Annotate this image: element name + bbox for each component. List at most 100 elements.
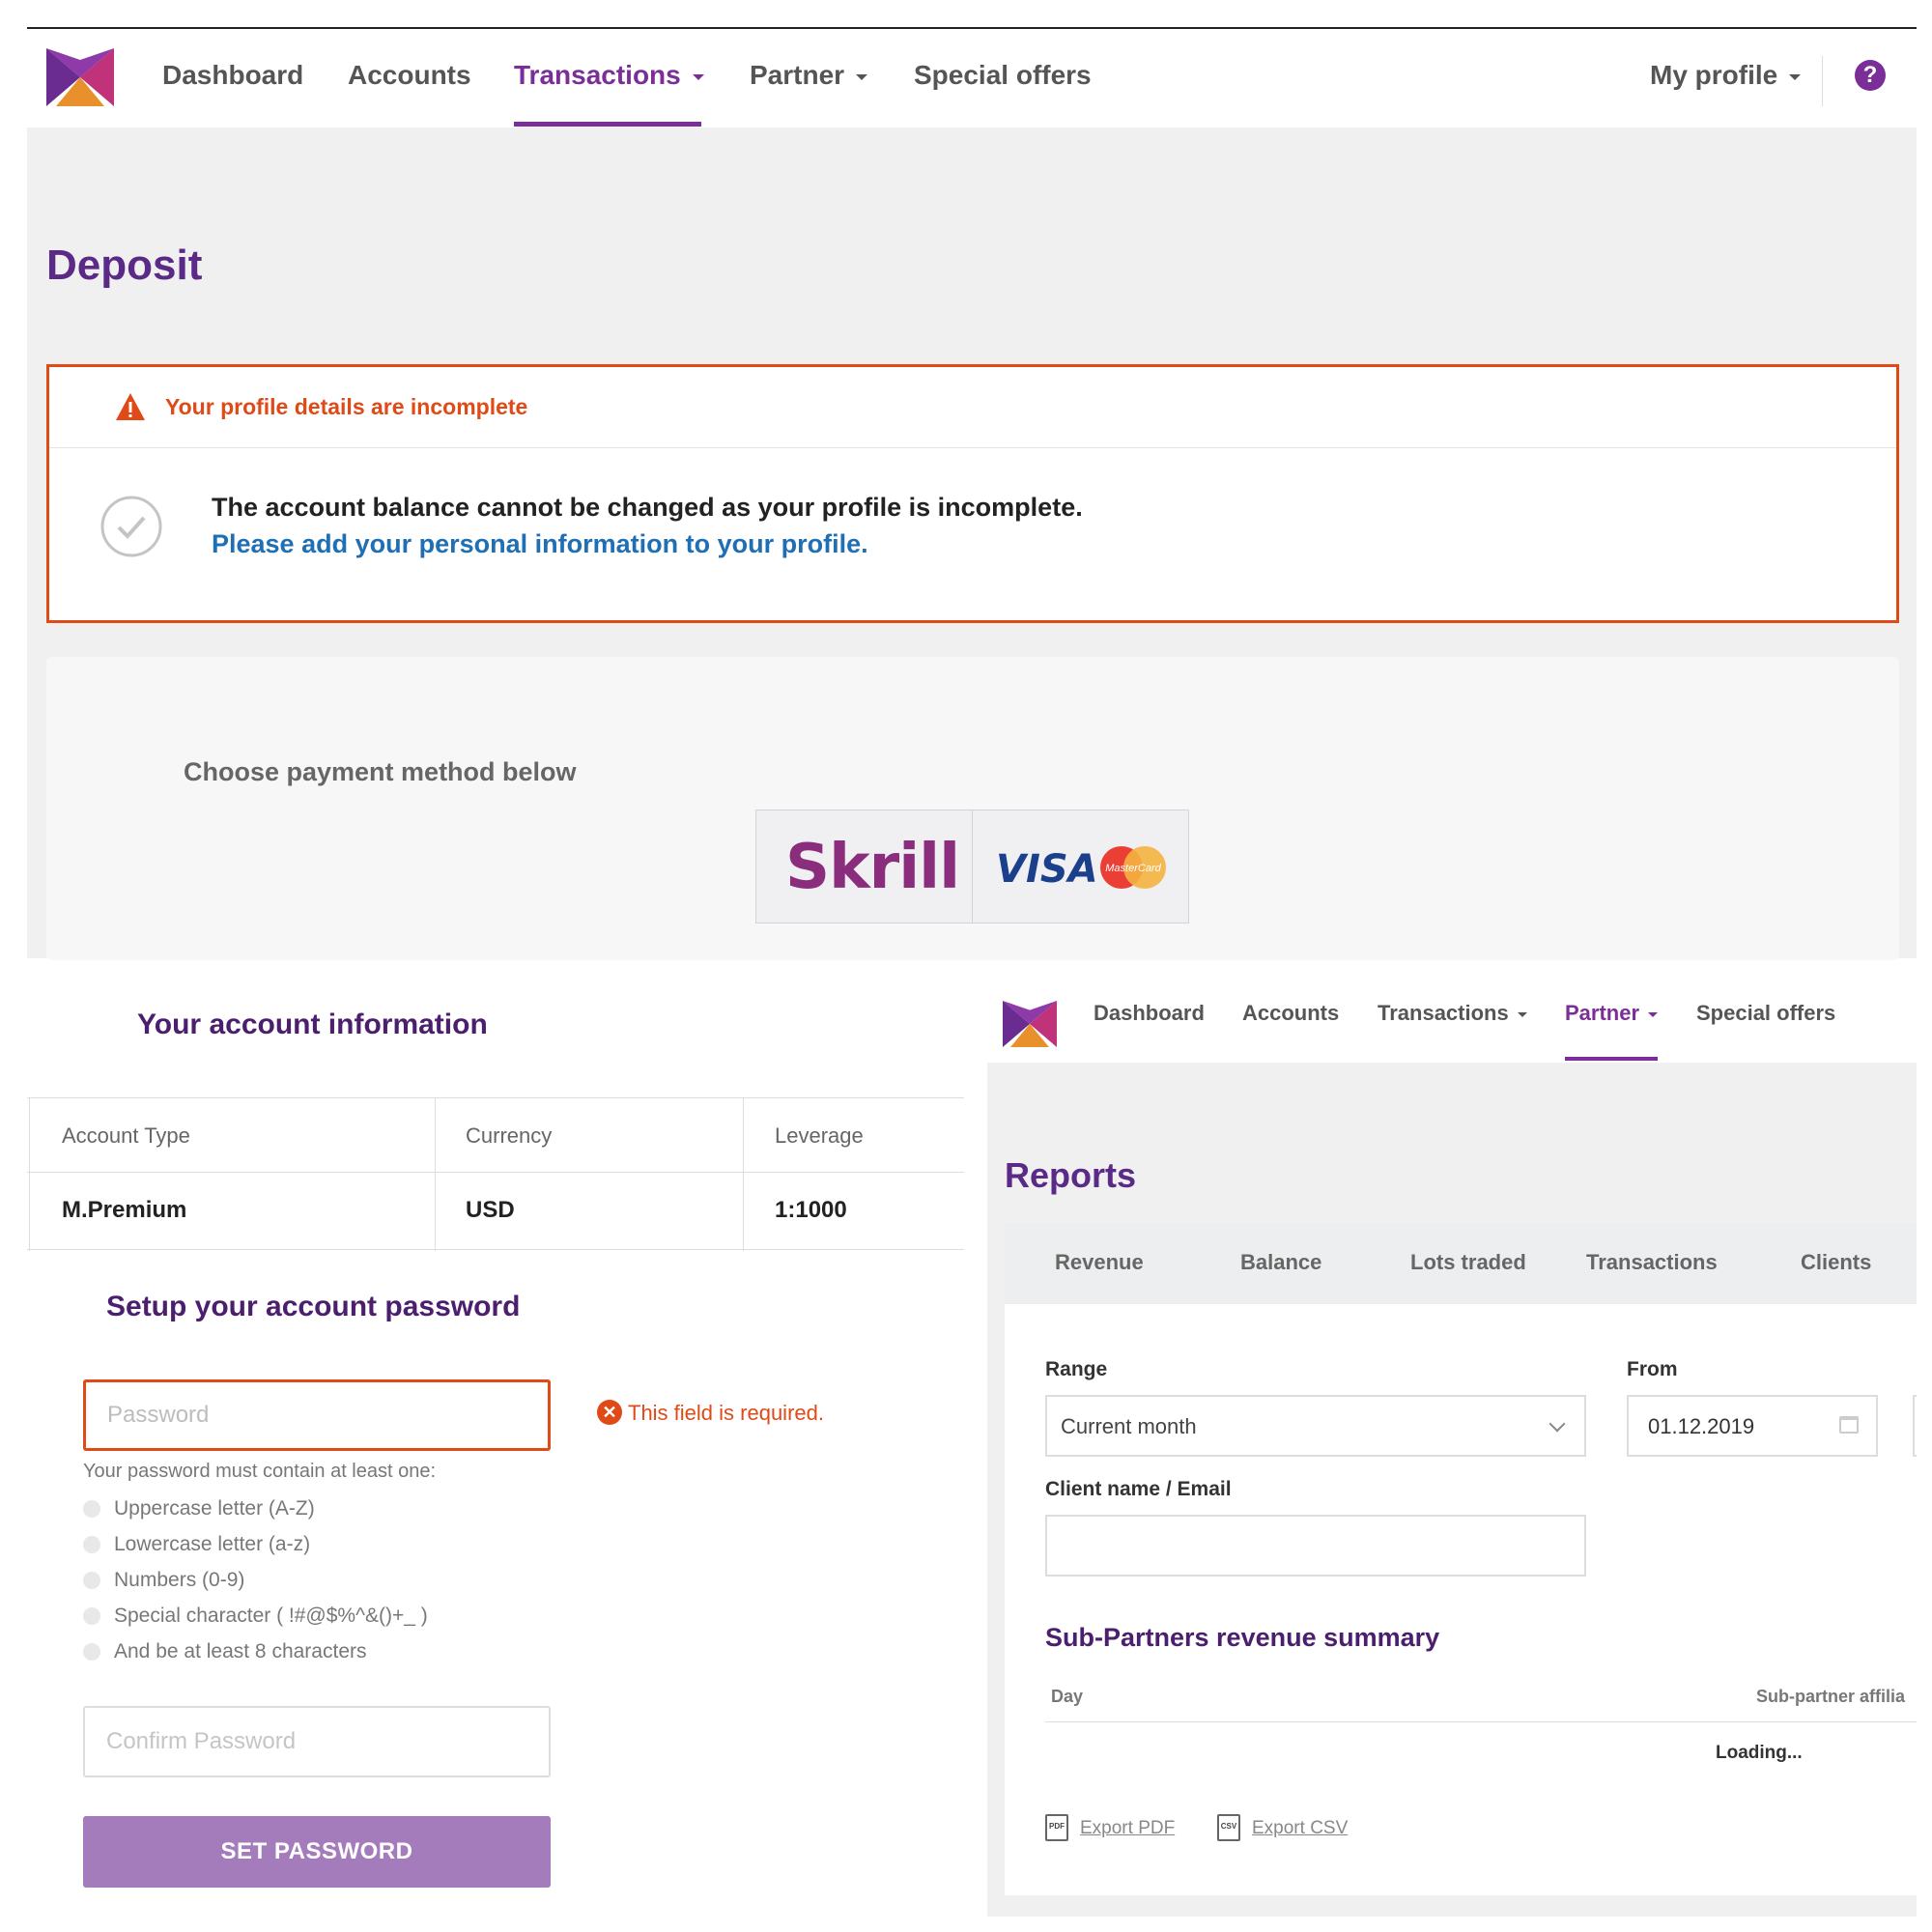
calendar-icon[interactable] (1839, 1416, 1859, 1434)
add-personal-info-link[interactable]: Please add your personal information to … (212, 529, 868, 559)
export-pdf-link[interactable]: Export PDF (1080, 1818, 1175, 1839)
setup-password-title: Setup your account password (106, 1291, 521, 1322)
nav-partner[interactable]: Partner (750, 60, 868, 91)
report-tabs: Revenue Balance Lots traded Transactions… (1005, 1223, 1917, 1304)
error-icon: ✕ (597, 1400, 622, 1425)
chevron-down-icon (1548, 1415, 1566, 1433)
confirm-password-input[interactable] (83, 1706, 551, 1777)
pdf-file-icon: PDF (1045, 1814, 1068, 1841)
column-sub-partner-affiliate: Sub-partner affilia (1756, 1687, 1906, 1706)
skrill-logo: Skrill (785, 832, 960, 903)
top-navbar: Dashboard Accounts Transactions Partner … (27, 29, 1917, 128)
alert-message: The account balance cannot be changed as… (212, 493, 1083, 522)
rule-uppercase: Uppercase letter (A-Z) (83, 1497, 315, 1520)
tab-lots-traded[interactable]: Lots traded (1410, 1250, 1526, 1275)
rule-label: Lowercase letter (a-z) (114, 1533, 311, 1555)
nav-accounts[interactable]: Accounts (1242, 1001, 1339, 1026)
set-password-button[interactable]: SET PASSWORD (83, 1816, 551, 1888)
chevron-down-icon (856, 73, 868, 80)
account-info-title: Your account information (137, 1009, 488, 1040)
nav-special-offers[interactable]: Special offers (1696, 1001, 1835, 1026)
chevron-down-icon (692, 73, 704, 80)
nav-transactions[interactable]: Transactions (514, 60, 704, 91)
rule-lowercase: Lowercase letter (a-z) (83, 1533, 310, 1556)
alert-title: Your profile details are incomplete (165, 394, 528, 419)
client-name-email-input[interactable] (1045, 1515, 1586, 1577)
csv-file-icon: CSV (1217, 1814, 1240, 1841)
tab-clients[interactable]: Clients (1801, 1250, 1871, 1275)
export-csv-link[interactable]: Export CSV (1252, 1818, 1348, 1839)
from-label: From (1627, 1358, 1678, 1380)
page-title: Deposit (46, 242, 203, 289)
rule-status-icon (83, 1536, 100, 1554)
account-type-value: M.Premium (62, 1197, 187, 1223)
rule-numbers: Numbers (0-9) (83, 1569, 244, 1592)
nav-special-offers[interactable]: Special offers (914, 60, 1092, 91)
account-info-table: Account Type Currency Leverage M.Premium… (27, 1097, 964, 1251)
table-divider (1045, 1721, 1917, 1722)
nav-partner-label: Partner (1565, 1001, 1640, 1025)
nav-accounts[interactable]: Accounts (348, 60, 471, 91)
active-tab-indicator (514, 122, 701, 127)
nav-my-profile[interactable]: My profile (1650, 60, 1802, 91)
rule-label: Uppercase letter (A-Z) (114, 1497, 315, 1520)
active-tab-indicator (1565, 1057, 1658, 1061)
rule-label: And be at least 8 characters (114, 1640, 367, 1662)
brand-logo-icon[interactable] (1003, 1001, 1057, 1047)
skrill-payment-option[interactable]: Skrill (755, 810, 973, 923)
password-rules-intro: Your password must contain at least one: (83, 1461, 437, 1482)
header-leverage: Leverage (775, 1123, 864, 1148)
nav-transactions[interactable]: Transactions (1378, 1001, 1527, 1026)
rule-length: And be at least 8 characters (83, 1640, 367, 1663)
warning-icon (116, 393, 145, 420)
chevron-down-icon (1789, 73, 1802, 80)
range-select[interactable]: Current month (1045, 1395, 1586, 1457)
rule-status-icon (83, 1643, 100, 1662)
nav-dashboard[interactable]: Dashboard (162, 60, 303, 91)
payment-method-panel: Choose payment method below Skrill VISA … (46, 657, 1899, 960)
visa-mastercard-payment-option[interactable]: VISA MasterCard (972, 810, 1189, 923)
nav-divider (1822, 56, 1823, 106)
range-select-value: Current month (1061, 1414, 1197, 1438)
tab-revenue[interactable]: Revenue (1055, 1250, 1144, 1275)
rule-status-icon (83, 1500, 100, 1519)
table-divider (27, 1172, 964, 1173)
rule-label: Numbers (0-9) (114, 1569, 245, 1591)
deposit-screen: Dashboard Accounts Transactions Partner … (27, 27, 1917, 960)
range-label: Range (1045, 1358, 1108, 1380)
leverage-value: 1:1000 (775, 1197, 847, 1223)
tab-transactions[interactable]: Transactions (1586, 1250, 1718, 1275)
to-date-input[interactable] (1913, 1395, 1917, 1457)
column-day: Day (1051, 1687, 1084, 1706)
client-name-email-label: Client name / Email (1045, 1478, 1232, 1500)
visa-logo: VISA (996, 847, 1098, 892)
rule-status-icon (83, 1607, 100, 1626)
payment-method-label: Choose payment method below (184, 757, 577, 786)
password-input[interactable] (83, 1379, 551, 1451)
chevron-down-icon (1648, 1011, 1659, 1017)
table-divider (435, 1098, 436, 1251)
from-date-input[interactable]: 01.12.2019 (1627, 1395, 1878, 1457)
currency-value: USD (466, 1197, 515, 1223)
header-account-type: Account Type (62, 1123, 190, 1148)
mastercard-label: MasterCard (1105, 863, 1161, 874)
nav-transactions-label: Transactions (1378, 1001, 1509, 1025)
help-icon[interactable]: ? (1855, 60, 1886, 91)
nav-my-profile-label: My profile (1650, 60, 1778, 90)
from-date-value: 01.12.2019 (1648, 1414, 1755, 1438)
nav-partner[interactable]: Partner (1565, 1001, 1659, 1026)
reports-title: Reports (1005, 1155, 1137, 1195)
tab-balance[interactable]: Balance (1240, 1250, 1321, 1275)
sub-partners-summary-title: Sub-Partners revenue summary (1045, 1623, 1440, 1652)
nav-transactions-label: Transactions (514, 60, 681, 90)
nav-partner-label: Partner (750, 60, 845, 90)
mastercard-icon: MasterCard (1100, 846, 1166, 889)
check-circle-icon (100, 496, 162, 557)
partner-navbar: Dashboard Accounts Transactions Partner … (987, 962, 1917, 1063)
chevron-down-icon (1517, 1011, 1527, 1017)
header-currency: Currency (466, 1123, 553, 1148)
alert-header: Your profile details are incomplete (49, 367, 1896, 448)
rule-label: Special character ( !#@$%^&()+_ ) (114, 1605, 428, 1627)
brand-logo-icon[interactable] (46, 48, 114, 106)
nav-dashboard[interactable]: Dashboard (1094, 1001, 1205, 1026)
